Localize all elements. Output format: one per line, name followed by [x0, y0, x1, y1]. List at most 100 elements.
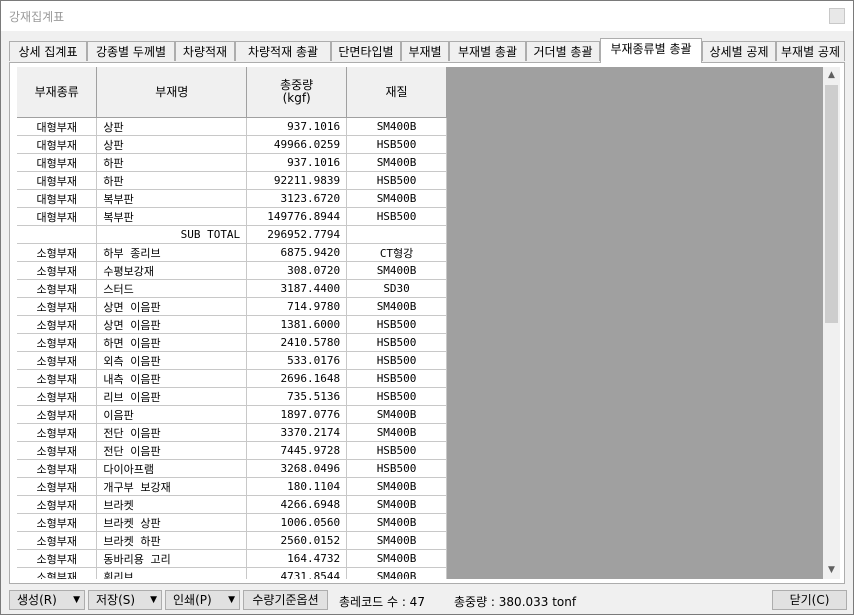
tab-9[interactable]: 상세별 공제 [702, 41, 776, 61]
table-row[interactable]: 소형부재 리브 이음판 735.5136 HSB500 [17, 387, 447, 406]
cell-material[interactable]: SM400B [346, 153, 447, 172]
cell-material[interactable] [346, 225, 447, 244]
table-row[interactable]: 대형부재 상판 49966.0259 HSB500 [17, 135, 447, 154]
cell-material[interactable]: SM400B [346, 189, 447, 208]
cell-material[interactable]: SM400B [346, 477, 447, 496]
table-row[interactable]: 소형부재 동바리용 고리 164.4732 SM400B [17, 549, 447, 568]
cell-type[interactable]: 대형부재 [17, 171, 98, 190]
cell-material[interactable]: SM400B [346, 531, 447, 550]
cell-weight[interactable]: 92211.9839 [246, 171, 348, 190]
cell-name[interactable]: 외측 이음판 [96, 351, 248, 370]
cell-weight[interactable]: 2696.1648 [246, 369, 348, 388]
table-row[interactable]: 소형부재 다이아프램 3268.0496 HSB500 [17, 459, 447, 478]
cell-weight[interactable]: 937.1016 [246, 153, 348, 172]
cell-name[interactable]: 하판 [96, 171, 248, 190]
cell-type[interactable]: 소형부재 [17, 279, 98, 298]
cell-type[interactable]: 소형부재 [17, 441, 98, 460]
cell-type[interactable]: 소형부재 [17, 351, 98, 370]
tab-6[interactable]: 부재별 총괄 [449, 41, 526, 61]
cell-material[interactable]: SM400B [346, 297, 447, 316]
print-dropdown[interactable]: 인쇄(P) ▼ [165, 590, 240, 610]
create-dropdown[interactable]: 생성(R) ▼ [9, 590, 85, 610]
cell-type[interactable]: 대형부재 [17, 189, 98, 208]
cell-weight[interactable]: 4731.8544 [246, 567, 348, 579]
cell-weight[interactable]: 7445.9728 [246, 441, 348, 460]
cell-weight[interactable]: 1897.0776 [246, 405, 348, 424]
cell-name[interactable]: 브라켓 [96, 495, 248, 514]
cell-name[interactable]: 복부판 [96, 189, 248, 208]
cell-name[interactable]: 상면 이음판 [96, 315, 248, 334]
tab-8[interactable]: 부재종류별 총괄 [600, 38, 702, 63]
cell-type[interactable]: 소형부재 [17, 459, 98, 478]
table-row[interactable]: 소형부재 상면 이음판 714.9780 SM400B [17, 297, 447, 316]
cell-weight[interactable]: 308.0720 [246, 261, 348, 280]
cell-type[interactable]: 소형부재 [17, 243, 98, 262]
cell-name[interactable]: 상판 [96, 135, 248, 154]
cell-material[interactable]: SM400B [346, 261, 447, 280]
cell-type[interactable]: 소형부재 [17, 297, 98, 316]
col-header-weight[interactable]: 총중량 (kgf) [246, 67, 348, 118]
cell-type[interactable]: 대형부재 [17, 135, 98, 154]
cell-name[interactable]: 브라켓 상판 [96, 513, 248, 532]
tab-1[interactable]: 강종별 두께별 [87, 41, 175, 61]
col-header-name[interactable]: 부재명 [96, 67, 248, 118]
cell-material[interactable]: HSB500 [346, 351, 447, 370]
cell-weight[interactable]: 714.9780 [246, 297, 348, 316]
cell-material[interactable]: SM400B [346, 117, 447, 136]
cell-type[interactable]: 소형부재 [17, 513, 98, 532]
cell-name[interactable]: 개구부 보강재 [96, 477, 248, 496]
table-row[interactable]: 소형부재 횡리브 4731.8544 SM400B [17, 567, 447, 579]
cell-material[interactable]: SM400B [346, 549, 447, 568]
cell-weight[interactable]: 49966.0259 [246, 135, 348, 154]
cell-weight[interactable]: 4266.6948 [246, 495, 348, 514]
cell-type[interactable]: 소형부재 [17, 495, 98, 514]
cell-weight[interactable]: 164.4732 [246, 549, 348, 568]
cell-weight[interactable]: 735.5136 [246, 387, 348, 406]
cell-name[interactable]: SUB TOTAL [96, 225, 248, 244]
cell-material[interactable]: SM400B [346, 495, 447, 514]
cell-material[interactable]: HSB500 [346, 333, 447, 352]
cell-type[interactable] [17, 225, 98, 244]
cell-weight[interactable]: 1006.0560 [246, 513, 348, 532]
table-row[interactable]: 소형부재 하면 이음판 2410.5780 HSB500 [17, 333, 447, 352]
cell-name[interactable]: 다이아프램 [96, 459, 248, 478]
cell-name[interactable]: 횡리브 [96, 567, 248, 579]
cell-type[interactable]: 소형부재 [17, 549, 98, 568]
cell-type[interactable]: 소형부재 [17, 423, 98, 442]
cell-type[interactable]: 소형부재 [17, 477, 98, 496]
tab-4[interactable]: 단면타입별 [331, 41, 401, 61]
cell-type[interactable]: 대형부재 [17, 153, 98, 172]
cell-material[interactable]: HSB500 [346, 441, 447, 460]
quantity-option-button[interactable]: 수량기준옵션 [243, 590, 328, 610]
table-row[interactable]: 소형부재 수평보강재 308.0720 SM400B [17, 261, 447, 280]
table-row[interactable]: 소형부재 내측 이음판 2696.1648 HSB500 [17, 369, 447, 388]
cell-weight[interactable]: 1381.6000 [246, 315, 348, 334]
cell-name[interactable]: 상판 [96, 117, 248, 136]
cell-weight[interactable]: 3370.2174 [246, 423, 348, 442]
table-row[interactable]: 대형부재 하판 92211.9839 HSB500 [17, 171, 447, 190]
table-row[interactable]: 대형부재 하판 937.1016 SM400B [17, 153, 447, 172]
table-row[interactable]: 소형부재 브라켓 상판 1006.0560 SM400B [17, 513, 447, 532]
table-row[interactable]: 소형부재 브라켓 4266.6948 SM400B [17, 495, 447, 514]
cell-name[interactable]: 전단 이음판 [96, 423, 248, 442]
cell-name[interactable]: 동바리용 고리 [96, 549, 248, 568]
cell-material[interactable]: CT형강 [346, 243, 447, 262]
cell-material[interactable]: HSB500 [346, 387, 447, 406]
cell-name[interactable]: 전단 이음판 [96, 441, 248, 460]
cell-material[interactable]: SM400B [346, 513, 447, 532]
tab-7[interactable]: 거더별 총괄 [526, 41, 600, 61]
cell-material[interactable]: HSB500 [346, 135, 447, 154]
cell-name[interactable]: 하부 종리브 [96, 243, 248, 262]
cell-type[interactable]: 소형부재 [17, 531, 98, 550]
cell-type[interactable]: 대형부재 [17, 117, 98, 136]
cell-name[interactable]: 하판 [96, 153, 248, 172]
table-row[interactable]: 소형부재 상면 이음판 1381.6000 HSB500 [17, 315, 447, 334]
cell-material[interactable]: HSB500 [346, 315, 447, 334]
table-row[interactable]: 소형부재 외측 이음판 533.0176 HSB500 [17, 351, 447, 370]
cell-weight[interactable]: 6875.9420 [246, 243, 348, 262]
cell-material[interactable]: SM400B [346, 567, 447, 579]
tab-3[interactable]: 차량적재 총괄 [235, 41, 331, 61]
table-row[interactable]: 소형부재 브라켓 하판 2560.0152 SM400B [17, 531, 447, 550]
cell-name[interactable]: 브라켓 하판 [96, 531, 248, 550]
cell-type[interactable]: 소형부재 [17, 315, 98, 334]
